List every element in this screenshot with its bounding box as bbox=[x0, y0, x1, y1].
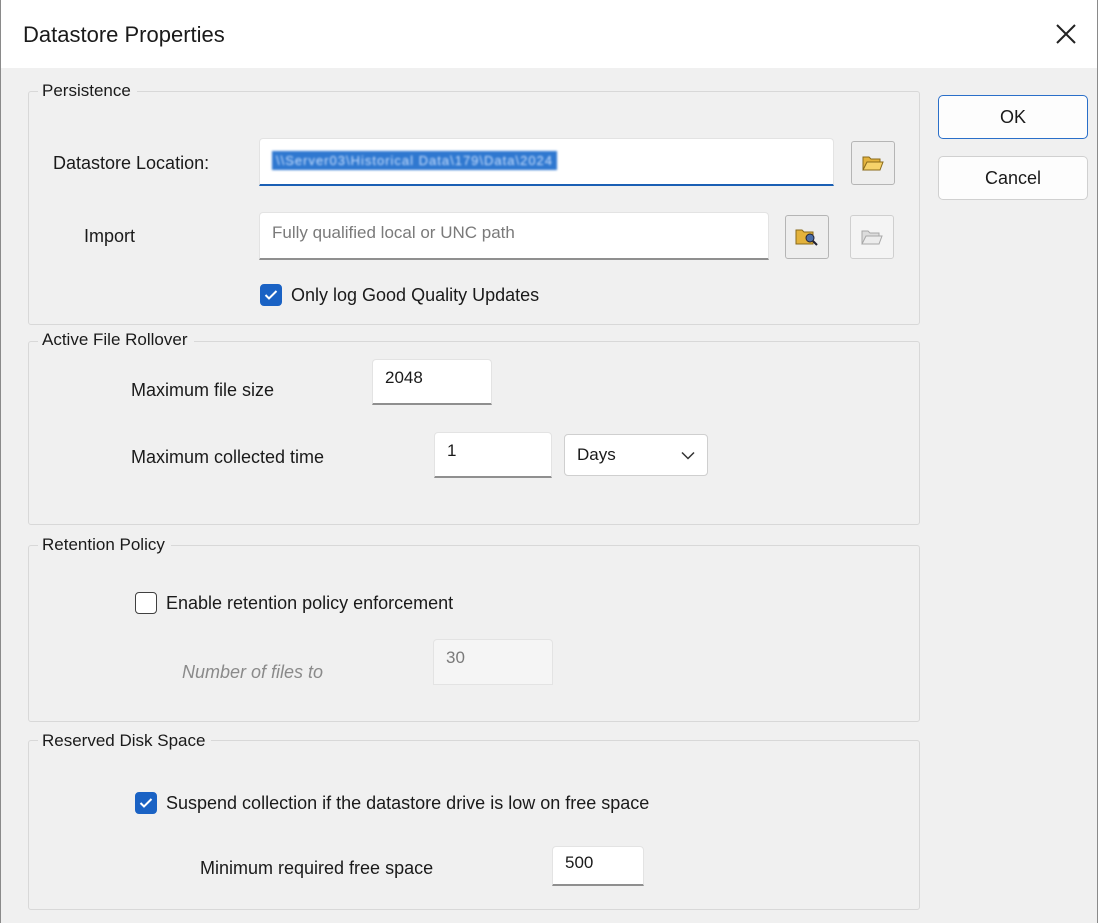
datastore-properties-dialog: Datastore Properties OK Cancel Persisten… bbox=[0, 0, 1098, 923]
min-free-space-field[interactable]: 500 bbox=[552, 846, 644, 886]
reserved-disk-space-group bbox=[28, 740, 920, 910]
import-path-field[interactable]: Fully qualified local or UNC path bbox=[259, 212, 769, 260]
cancel-button[interactable]: Cancel bbox=[938, 156, 1088, 200]
datastore-location-label: Datastore Location: bbox=[53, 153, 210, 173]
close-icon bbox=[1056, 24, 1076, 44]
import-path-placeholder: Fully qualified local or UNC path bbox=[272, 223, 515, 242]
max-file-size-label: Maximum file size bbox=[131, 380, 275, 400]
open-folder-disabled-icon bbox=[861, 230, 883, 245]
enable-retention-label: Enable retention policy enforcement bbox=[166, 593, 454, 613]
dialog-title: Datastore Properties bbox=[23, 22, 225, 47]
min-free-space-label: Minimum required free space bbox=[200, 858, 434, 878]
retention-group-label: Retention Policy bbox=[38, 535, 171, 555]
only-good-quality-label: Only log Good Quality Updates bbox=[291, 285, 540, 305]
time-unit-select[interactable]: Days bbox=[564, 434, 708, 476]
datastore-location-field[interactable]: \\Server03\Historical Data\179\Data\2024 bbox=[259, 138, 834, 186]
only-good-quality-checkbox[interactable] bbox=[260, 284, 282, 306]
suspend-collection-label: Suspend collection if the datastore driv… bbox=[166, 793, 650, 813]
time-unit-value: Days bbox=[577, 445, 616, 464]
max-collected-time-field[interactable]: 1 bbox=[434, 432, 552, 478]
open-folder-icon bbox=[862, 156, 884, 171]
close-button[interactable] bbox=[1035, 0, 1097, 68]
max-file-size-field[interactable]: 2048 bbox=[372, 359, 492, 405]
retention-policy-group bbox=[28, 545, 920, 722]
chevron-down-icon bbox=[681, 451, 695, 460]
browse-location-button[interactable] bbox=[851, 141, 895, 185]
suspend-collection-checkbox[interactable] bbox=[135, 792, 157, 814]
checkmark-icon bbox=[264, 290, 278, 300]
disk-space-group-label: Reserved Disk Space bbox=[38, 731, 212, 751]
datastore-location-value: \\Server03\Historical Data\179\Data\2024 bbox=[272, 151, 558, 170]
ok-button[interactable]: OK bbox=[938, 95, 1088, 139]
import-label: Import bbox=[84, 226, 136, 246]
folder-search-icon bbox=[795, 229, 818, 246]
max-collected-time-label: Maximum collected time bbox=[131, 447, 325, 467]
checkmark-icon bbox=[139, 798, 153, 808]
number-of-files-field[interactable]: 30 bbox=[433, 639, 553, 685]
number-of-files-label: Number of files to bbox=[182, 662, 324, 682]
enable-retention-checkbox[interactable] bbox=[135, 592, 157, 614]
browse-import-button[interactable] bbox=[785, 215, 829, 259]
rollover-group-label: Active File Rollover bbox=[38, 330, 194, 350]
persistence-group-label: Persistence bbox=[38, 81, 137, 101]
title-bar: Datastore Properties bbox=[1, 0, 1097, 68]
import-folder-button[interactable] bbox=[850, 215, 894, 259]
